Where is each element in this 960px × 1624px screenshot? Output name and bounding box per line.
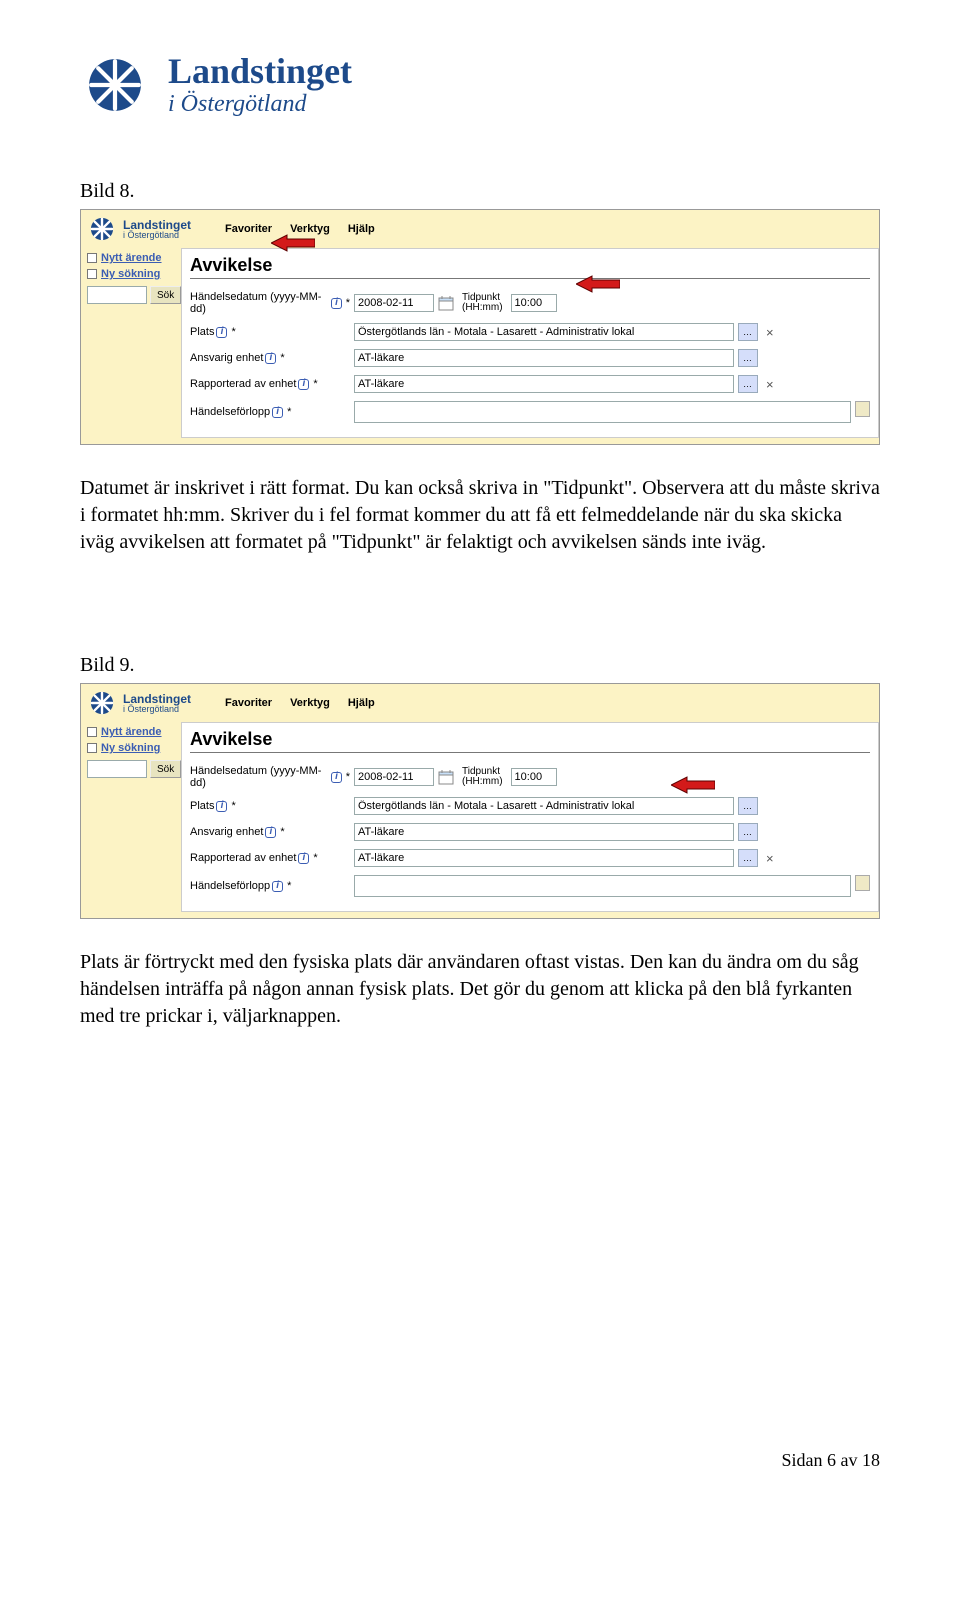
page-header: Landstinget i Östergötland xyxy=(80,50,880,120)
menu-hjalp[interactable]: Hjälp xyxy=(348,223,375,235)
screenshot-bild8: Landstinget i Östergötland Favoriter Ver… xyxy=(80,209,880,445)
time-input[interactable] xyxy=(511,768,557,786)
label-datum: Händelsedatum (yyyy-MM-dd) xyxy=(190,291,329,315)
sidebar-ny-sokning[interactable]: Ny sökning xyxy=(87,742,175,754)
org-subtitle: i Östergötland xyxy=(168,91,352,118)
screenshot-menubar: Landstinget i Östergötland Favoriter Ver… xyxy=(81,210,879,248)
paragraph-1: Datumet är inskrivet i rätt format. Du k… xyxy=(80,475,880,556)
sok-button[interactable]: Sök xyxy=(150,760,181,778)
org-title: Landstinget xyxy=(168,53,352,89)
label-plats: Plats xyxy=(190,800,214,812)
sidebar: Nytt ärende Ny sökning Sök xyxy=(81,722,181,912)
picker-button-rapporterad[interactable]: … xyxy=(738,849,758,867)
clear-rapporterad-icon[interactable]: × xyxy=(766,378,774,391)
plats-input[interactable] xyxy=(354,797,734,815)
picker-button-ansvarig[interactable]: … xyxy=(738,823,758,841)
picker-button-rapporterad[interactable]: … xyxy=(738,375,758,393)
form-heading: Avvikelse xyxy=(190,255,870,279)
mini-logo: Landstinget i Östergötland xyxy=(85,686,197,720)
required-marker: * xyxy=(346,297,350,309)
label-rapporterad: Rapporterad av enhet xyxy=(190,852,296,864)
form-panel: Avvikelse Händelsedatum (yyyy-MM-dd) i *… xyxy=(181,248,879,438)
label-plats: Plats xyxy=(190,326,214,338)
plats-input[interactable] xyxy=(354,323,734,341)
label-ansvarig: Ansvarig enhet xyxy=(190,826,263,838)
caption-bild8: Bild 8. xyxy=(80,180,880,203)
picker-button-plats[interactable]: … xyxy=(738,797,758,815)
expand-textarea-icon[interactable] xyxy=(855,401,870,417)
rapporterad-input[interactable] xyxy=(354,375,734,393)
time-input[interactable] xyxy=(511,294,557,312)
info-icon[interactable]: i xyxy=(331,772,342,783)
menu-hjalp[interactable]: Hjälp xyxy=(348,697,375,709)
sidebar-ny-sokning[interactable]: Ny sökning xyxy=(87,268,175,280)
menu-favoriter[interactable]: Favoriter xyxy=(225,223,272,235)
date-input[interactable] xyxy=(354,768,434,786)
screenshot-bild9: Landstinget i Östergötland Favoriter Ver… xyxy=(80,683,880,919)
picker-button-ansvarig[interactable]: … xyxy=(738,349,758,367)
required-marker: * xyxy=(280,352,284,364)
clear-plats-icon[interactable]: × xyxy=(766,326,774,339)
label-tidpunkt-fmt: (HH:mm) xyxy=(462,303,503,314)
required-marker: * xyxy=(313,378,317,390)
required-marker: * xyxy=(313,852,317,864)
picker-button-plats[interactable]: … xyxy=(738,323,758,341)
forlopp-textarea[interactable] xyxy=(354,401,851,423)
label-forlopp: Händelseförlopp xyxy=(190,406,270,418)
info-icon[interactable]: i xyxy=(216,327,227,338)
rapporterad-input[interactable] xyxy=(354,849,734,867)
label-ansvarig: Ansvarig enhet xyxy=(190,352,263,364)
required-marker: * xyxy=(287,406,291,418)
mini-logo: Landstinget i Östergötland xyxy=(85,212,197,246)
sok-button[interactable]: Sök xyxy=(150,286,181,304)
info-icon[interactable]: i xyxy=(265,353,276,364)
info-icon[interactable]: i xyxy=(265,827,276,838)
expand-textarea-icon[interactable] xyxy=(855,875,870,891)
landsting-logo xyxy=(80,50,150,120)
info-icon[interactable]: i xyxy=(272,407,283,418)
ansvarig-input[interactable] xyxy=(354,823,734,841)
paragraph-2: Plats är förtryckt med den fysiska plats… xyxy=(80,949,880,1030)
page-number: Sidan 6 av 18 xyxy=(80,1450,880,1471)
info-icon[interactable]: i xyxy=(272,881,283,892)
doc-icon xyxy=(87,269,97,279)
required-marker: * xyxy=(280,826,284,838)
menu-favoriter[interactable]: Favoriter xyxy=(225,697,272,709)
menu-verktyg[interactable]: Verktyg xyxy=(290,697,330,709)
form-panel: Avvikelse Händelsedatum (yyyy-MM-dd) i *… xyxy=(181,722,879,912)
forlopp-textarea[interactable] xyxy=(354,875,851,897)
clear-rapporterad-icon[interactable]: × xyxy=(766,852,774,865)
calendar-icon[interactable] xyxy=(438,295,454,311)
sidebar-nytt-arende[interactable]: Nytt ärende xyxy=(87,726,175,738)
screenshot-menubar: Landstinget i Östergötland Favoriter Ver… xyxy=(81,684,879,722)
required-marker: * xyxy=(231,800,235,812)
label-datum: Händelsedatum (yyyy-MM-dd) xyxy=(190,765,329,789)
menu-verktyg[interactable]: Verktyg xyxy=(290,223,330,235)
label-forlopp: Händelseförlopp xyxy=(190,880,270,892)
form-heading: Avvikelse xyxy=(190,729,870,753)
doc-icon xyxy=(87,253,97,263)
calendar-icon[interactable] xyxy=(438,769,454,785)
sidebar: Nytt ärende Ny sökning Sök xyxy=(81,248,181,438)
required-marker: * xyxy=(287,880,291,892)
search-input[interactable] xyxy=(87,760,147,778)
search-input[interactable] xyxy=(87,286,147,304)
info-icon[interactable]: i xyxy=(331,298,342,309)
label-tidpunkt-fmt: (HH:mm) xyxy=(462,777,503,788)
date-input[interactable] xyxy=(354,294,434,312)
required-marker: * xyxy=(346,771,350,783)
info-icon[interactable]: i xyxy=(298,853,309,864)
caption-bild9: Bild 9. xyxy=(80,654,880,677)
required-marker: * xyxy=(231,326,235,338)
info-icon[interactable]: i xyxy=(216,801,227,812)
sidebar-nytt-arende[interactable]: Nytt ärende xyxy=(87,252,175,264)
ansvarig-input[interactable] xyxy=(354,349,734,367)
label-rapporterad: Rapporterad av enhet xyxy=(190,378,296,390)
info-icon[interactable]: i xyxy=(298,379,309,390)
doc-icon xyxy=(87,743,97,753)
doc-icon xyxy=(87,727,97,737)
